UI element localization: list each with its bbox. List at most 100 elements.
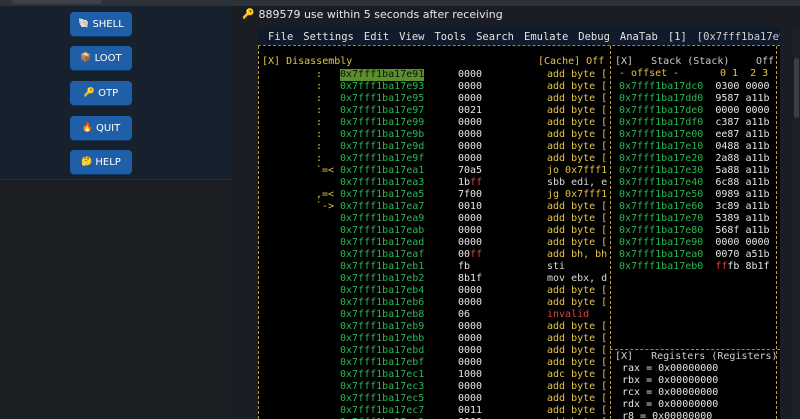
menu-item-1[interactable]: [1] xyxy=(668,31,687,43)
disasm-address[interactable]: 0x7fff1ba17eaf xyxy=(340,249,424,261)
loot-button[interactable]: 📦 LOOT xyxy=(70,46,132,70)
disasm-address[interactable]: 0x7fff1ba17ea9 xyxy=(340,213,424,225)
stack-address[interactable]: 0x7fff1ba17e90 xyxy=(619,237,703,248)
disasm-bytes: 0000 xyxy=(458,213,483,224)
stack-value-ext: a11b xyxy=(745,153,770,164)
help-button-label: HELP xyxy=(95,156,121,168)
disasm-bytes: 0021 xyxy=(458,105,483,116)
disasm-address[interactable]: 0x7fff1ba17ec1 xyxy=(340,369,424,381)
disasm-address[interactable]: 0x7fff1ba17ea7 xyxy=(340,201,424,213)
menu-item-edit[interactable]: Edit xyxy=(364,31,389,43)
menu-item-emulate[interactable]: Emulate xyxy=(524,31,568,43)
stack-address[interactable]: 0x7fff1ba17e20 xyxy=(619,153,703,164)
disasm-address[interactable]: 0x7fff1ba17eb8 xyxy=(340,309,424,321)
disasm-bytes-highlight: ff xyxy=(470,177,483,188)
stack-address[interactable]: 0x7fff1ba17e80 xyxy=(619,225,703,236)
disasm-instruction: add byte [ xyxy=(547,69,608,80)
disasm-bytes: 0000 xyxy=(458,153,483,164)
otp-notice-text: 889579 use within 5 seconds after receiv… xyxy=(258,7,503,21)
stack-off-toggle[interactable]: Off xyxy=(756,56,774,68)
stack-address[interactable]: 0x7fff1ba17e40 xyxy=(619,177,703,188)
stack-address[interactable]: 0x7fff1ba17e30 xyxy=(619,165,703,176)
disasm-address[interactable]: 0x7fff1ba17e9b xyxy=(340,129,424,141)
disasm-address[interactable]: 0x7fff1ba17ea1 xyxy=(340,165,424,177)
menu-bar: File Settings Edit View Tools Search Emulate De… xyxy=(258,28,780,45)
disasm-address[interactable]: 0x7fff1ba17ebb xyxy=(340,333,424,345)
disasm-address[interactable]: 0x7fff1ba17eab xyxy=(340,225,424,237)
stack-value-ext: 0000 xyxy=(745,81,770,92)
disasm-address[interactable]: 0x7fff1ba17eb9 xyxy=(340,321,424,333)
disasm-address[interactable]: 0x7fff1ba17ebf xyxy=(340,357,424,369)
disasm-instruction: invalid xyxy=(547,309,590,320)
registers-title[interactable]: [X] Registers (Registers) xyxy=(615,351,778,363)
branch-arrow xyxy=(316,177,334,189)
disasm-address[interactable]: 0x7fff1ba17ead xyxy=(340,237,424,249)
disassembly-title[interactable]: [X] Disassembly xyxy=(262,56,352,68)
address-column: 0x7fff1ba17e91 0x7fff1ba17e93 0x7fff1ba17e… xyxy=(340,69,425,419)
disasm-address[interactable]: 0x7fff1ba17e9d xyxy=(340,141,424,153)
menu-item-debug[interactable]: Debug xyxy=(578,31,610,43)
stack-address[interactable]: 0x7fff1ba17e10 xyxy=(619,141,703,152)
disasm-address[interactable]: 0x7fff1ba17ec5 xyxy=(340,393,424,405)
quit-button-label: QUIT xyxy=(95,122,121,134)
disasm-address[interactable]: 0x7fff1ba17e99 xyxy=(340,117,424,129)
disasm-address[interactable]: 0x7fff1ba17e93 xyxy=(340,81,424,93)
disasm-address[interactable]: 0x7fff1ba17e97 xyxy=(340,105,424,117)
stack-address[interactable]: 0x7fff1ba17eb0 xyxy=(619,261,703,272)
disasm-address[interactable]: 0x7fff1ba17ea5 xyxy=(340,189,424,201)
loot-button-label: LOOT xyxy=(94,52,122,64)
radare-terminal[interactable]: File Settings Edit View Tools Search Emulate De… xyxy=(258,28,780,419)
stack-row: 0x7fff1ba17e40 6c88 a11b xyxy=(619,177,770,189)
branch-arrow xyxy=(316,225,334,237)
disasm-address[interactable]: 0x7fff1ba17ebd xyxy=(340,345,424,357)
stack-address[interactable]: 0x7fff1ba17e00 xyxy=(619,129,703,140)
stack-title[interactable]: [X] Stack (Stack) xyxy=(615,56,729,68)
scroll-thumb[interactable] xyxy=(794,58,799,118)
menu-item-anatab[interactable]: AnaTab xyxy=(620,31,658,43)
stack-address[interactable]: 0x7fff1ba17df0 xyxy=(619,117,703,128)
cache-toggle[interactable]: [Cache] Off xyxy=(538,56,604,68)
disasm-instruction: add byte [ xyxy=(547,297,608,308)
stack-address[interactable]: 0x7fff1ba17dd0 xyxy=(619,93,703,104)
disasm-instruction: add byte [ xyxy=(547,345,608,356)
disasm-bytes: 0000 xyxy=(458,141,483,152)
disasm-instruction: add byte [ xyxy=(547,105,608,116)
disasm-address[interactable]: 0x7fff1ba17e9f xyxy=(340,153,424,165)
otp-button[interactable]: 🔑 OTP xyxy=(70,81,132,105)
disasm-address[interactable]: 0x7fff1ba17ec7 xyxy=(340,405,424,417)
stack-address[interactable]: 0x7fff1ba17dc0 xyxy=(619,81,703,92)
disasm-instruction: sti xyxy=(547,261,566,272)
quit-button[interactable]: 🔥 QUIT xyxy=(70,116,132,140)
stack-address[interactable]: 0x7fff1ba17e60 xyxy=(619,201,703,212)
stack-value: fffb xyxy=(715,261,740,272)
stack-value: 3c89 xyxy=(715,201,740,212)
stack-value: 0989 xyxy=(715,189,740,200)
browser-tab[interactable] xyxy=(12,0,102,4)
package-icon: 📦 xyxy=(80,53,92,63)
left-border xyxy=(258,46,259,419)
disasm-address[interactable]: 0x7fff1ba17eb4 xyxy=(340,285,424,297)
menu-item-settings[interactable]: Settings xyxy=(303,31,354,43)
disasm-address[interactable]: 0x7fff1ba17eb1 xyxy=(340,261,424,273)
register-row: rax = 0x00000000 xyxy=(622,363,719,374)
disasm-address[interactable]: 0x7fff1ba17ec3 xyxy=(340,381,424,393)
stack-address[interactable]: 0x7fff1ba17e50 xyxy=(619,189,703,200)
disasm-address[interactable]: 0x7fff1ba17eb6 xyxy=(340,297,424,309)
help-button[interactable]: 🤔 HELP xyxy=(70,150,132,174)
menu-item-tools[interactable]: Tools xyxy=(434,31,466,43)
stack-value-ext: a11b xyxy=(745,177,770,188)
branch-arrow xyxy=(316,261,334,273)
page-scrollbar[interactable] xyxy=(793,28,800,419)
menu-item-search[interactable]: Search xyxy=(476,31,514,43)
disasm-address[interactable]: 0x7fff1ba17e91 xyxy=(340,69,425,81)
disasm-address[interactable]: 0x7fff1ba17e95 xyxy=(340,93,424,105)
shell-button[interactable]: 🐚 SHELL xyxy=(70,12,132,36)
stack-address[interactable]: 0x7fff1ba17e70 xyxy=(619,213,703,224)
stack-address[interactable]: 0x7fff1ba17ea0 xyxy=(619,249,703,260)
menu-item-file[interactable]: File xyxy=(268,31,293,43)
disasm-address[interactable]: 0x7fff1ba17eb2 xyxy=(340,273,424,285)
stack-address[interactable]: 0x7fff1ba17de0 xyxy=(619,105,703,116)
stack-value: 2a88 xyxy=(715,153,740,164)
menu-item-view[interactable]: View xyxy=(399,31,424,43)
disasm-address[interactable]: 0x7fff1ba17ea3 xyxy=(340,177,424,189)
